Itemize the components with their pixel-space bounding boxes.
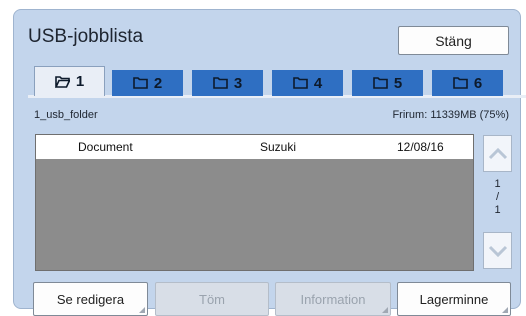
job-document: Document: [78, 140, 133, 154]
empty-button[interactable]: Töm: [155, 282, 269, 316]
job-date: 12/08/16: [397, 140, 444, 154]
chevron-up-icon: [488, 147, 507, 159]
folder-icon: [373, 77, 388, 89]
tab-label: 3: [233, 74, 243, 92]
job-owner: Suzuki: [260, 140, 297, 154]
storage-memory-button-label: Lagerminne: [419, 291, 489, 307]
close-button[interactable]: Stäng: [398, 26, 509, 55]
tab-folder-2[interactable]: 2: [112, 70, 183, 96]
information-button-label: Information: [300, 291, 366, 307]
empty-button-label: Töm: [199, 291, 225, 307]
tab-label: 5: [393, 74, 403, 92]
tab-folder-6[interactable]: 6: [432, 70, 503, 96]
edit-button-label: Se redigera: [56, 291, 125, 307]
folder-icon: [453, 77, 468, 89]
page-current: 1: [494, 178, 501, 190]
folder-icon: [293, 77, 308, 89]
folder-open-icon: [54, 75, 70, 88]
tab-folder-4[interactable]: 4: [272, 70, 343, 96]
corner-mark: [139, 307, 145, 313]
corner-mark: [382, 307, 388, 313]
table-row[interactable]: Document Suzuki 12/08/16: [36, 135, 473, 159]
edit-button[interactable]: Se redigera: [33, 282, 148, 316]
folder-name: 1_usb_folder: [34, 109, 98, 121]
information-button[interactable]: Information: [275, 282, 391, 316]
chevron-down-icon: [488, 245, 507, 257]
usb-job-list-dialog: USB-jobblista Stäng 1 2 3 4 5 6 1_usb_fo…: [13, 9, 526, 316]
scroll-up-button[interactable]: [483, 135, 512, 172]
scroll-down-button[interactable]: [483, 232, 512, 269]
storage-memory-button[interactable]: Lagerminne: [397, 282, 511, 316]
free-space-readout: Frirum: 11339MB (75%): [392, 109, 509, 121]
job-list: Document Suzuki 12/08/16: [35, 134, 474, 271]
tab-folder-1[interactable]: 1: [34, 66, 105, 96]
folder-icon: [213, 77, 228, 89]
folder-icon: [133, 77, 148, 89]
tab-label: 6: [473, 74, 483, 92]
page-indicator: 1 / 1: [483, 178, 512, 217]
dialog-title: USB-jobblista: [28, 26, 144, 47]
tab-folder-3[interactable]: 3: [192, 70, 263, 96]
page-separator: /: [495, 191, 500, 203]
corner-mark: [502, 307, 508, 313]
tab-label: 4: [313, 74, 323, 92]
tab-label: 2: [153, 74, 163, 92]
page-total: 1: [494, 204, 501, 216]
tab-label: 1: [75, 73, 85, 90]
tab-folder-5[interactable]: 5: [352, 70, 423, 96]
